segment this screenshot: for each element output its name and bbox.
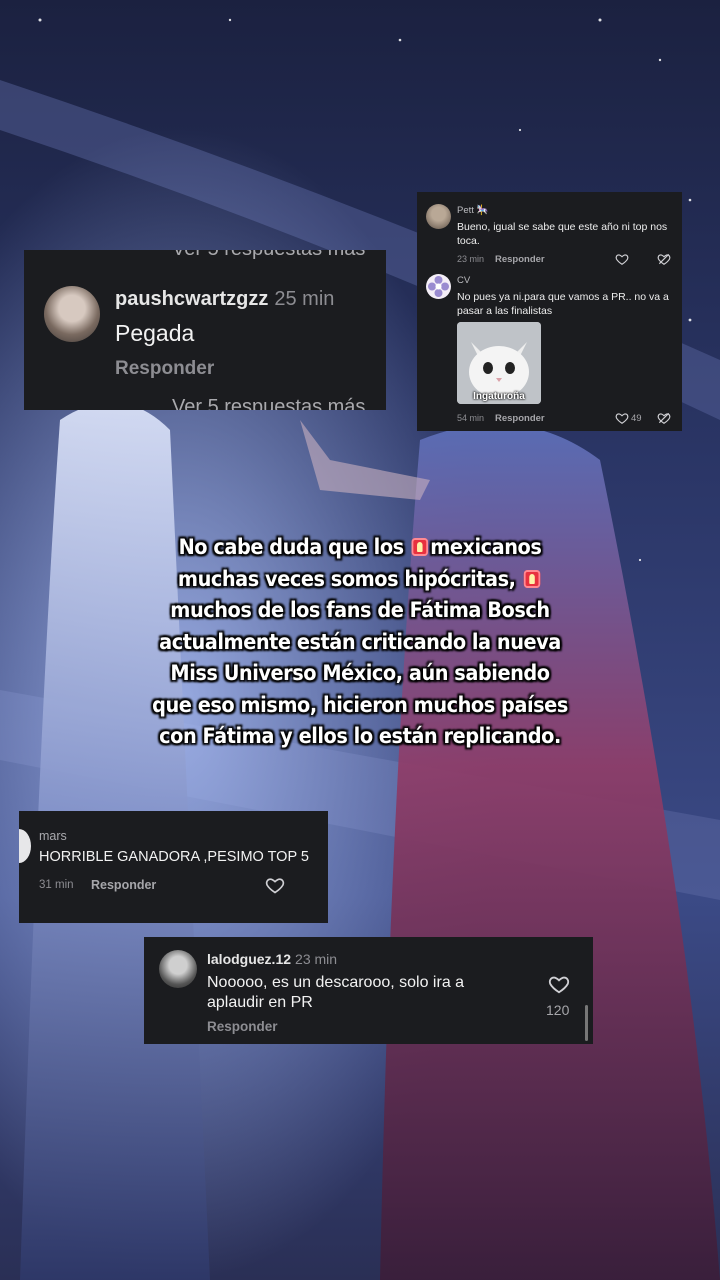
view-replies-link[interactable]: Ver 5 respuestas más [172, 250, 365, 261]
avatar[interactable] [44, 286, 100, 342]
overlay-caption: No cabe duda que los mexicanos muchas ve… [102, 532, 617, 753]
reply-button[interactable]: Responder [91, 878, 156, 892]
comment-time: 54 min [457, 413, 485, 423]
caption-line: que eso mismo, hicieron muchos países [152, 692, 568, 717]
heart-icon[interactable] [265, 875, 285, 895]
avatar[interactable] [426, 274, 451, 299]
comment-username[interactable]: CV [457, 275, 470, 286]
reply-button[interactable]: Responder [495, 254, 545, 265]
heart-icon[interactable] [615, 252, 629, 266]
avatar[interactable] [19, 829, 31, 863]
comment-text: HORRIBLE GANADORA ,PESIMO TOP 5 [39, 849, 309, 865]
comment-text: No pues ya ni.para que vamos a PR.. no v… [457, 291, 669, 317]
like-count: 120 [546, 1002, 570, 1018]
image-caption: Ingaturoña [473, 391, 525, 402]
comment-username[interactable]: mars [39, 829, 67, 843]
comment-time: 23 min [295, 951, 338, 967]
caption-line: muchas veces somos hipócritas, [102, 564, 617, 596]
comment-username[interactable]: paushcwartzgzz 25 min [115, 288, 334, 311]
avatar[interactable] [159, 950, 197, 988]
heart-icon[interactable] [615, 411, 629, 425]
siren-emoji [411, 538, 429, 556]
avatar[interactable] [426, 204, 451, 229]
comment-username[interactable]: Pett 🎠 [457, 205, 488, 216]
caption-line: Miss Universo México, aún sabiendo [170, 661, 550, 685]
comment-screenshot-lalodguez: lalodguez.12 23 min Nooooo, es un descaro… [144, 937, 593, 1044]
caption-line: actualmente están criticando la nueva [159, 629, 561, 654]
heart-icon[interactable] [548, 973, 570, 995]
comment-text: Nooooo, es un descarooo, solo ira a apla… [207, 974, 465, 1011]
siren-emoji [523, 569, 541, 588]
reply-button[interactable]: Responder [207, 1019, 278, 1034]
comment-screenshot-thread: Pett 🎠 Bueno, igual se sabe que este año… [417, 192, 682, 431]
caption-line: con Fátima y ellos lo están replicando. [159, 724, 561, 748]
comment-text: Pegada [115, 320, 195, 346]
caption-line: muchos de los fans de Fátima Bosch [170, 598, 550, 622]
comment-screenshot-paushcwartzgzz: Ver 5 respuestas más paushcwartzgzz25 mi… [24, 250, 386, 410]
view-replies-link[interactable]: Ver 5 respuestas más [172, 396, 365, 410]
like-count: 49 [631, 413, 642, 424]
comment-time: 23 min [457, 254, 485, 264]
flower-icon [428, 276, 449, 297]
comment-username[interactable]: lalodguez.12 23 min [207, 951, 337, 967]
comment-time: 31 min [39, 879, 74, 891]
reply-button[interactable]: Responder [495, 413, 545, 424]
scrollbar[interactable] [585, 1005, 588, 1041]
caption-line: No cabe duda que los mexicanos [178, 535, 542, 559]
comment-text: Bueno, igual se sabe que este año ni top… [457, 221, 668, 247]
dislike-icon[interactable] [657, 411, 671, 425]
comment-screenshot-mars: mars HORRIBLE GANADORA ,PESIMO TOP 5 31 … [19, 811, 328, 923]
reply-button[interactable]: Responder [115, 358, 214, 380]
dislike-icon[interactable] [657, 252, 671, 266]
comment-image-cat[interactable]: Ingaturoña [457, 322, 541, 404]
comment-time: 25 min [274, 288, 335, 310]
